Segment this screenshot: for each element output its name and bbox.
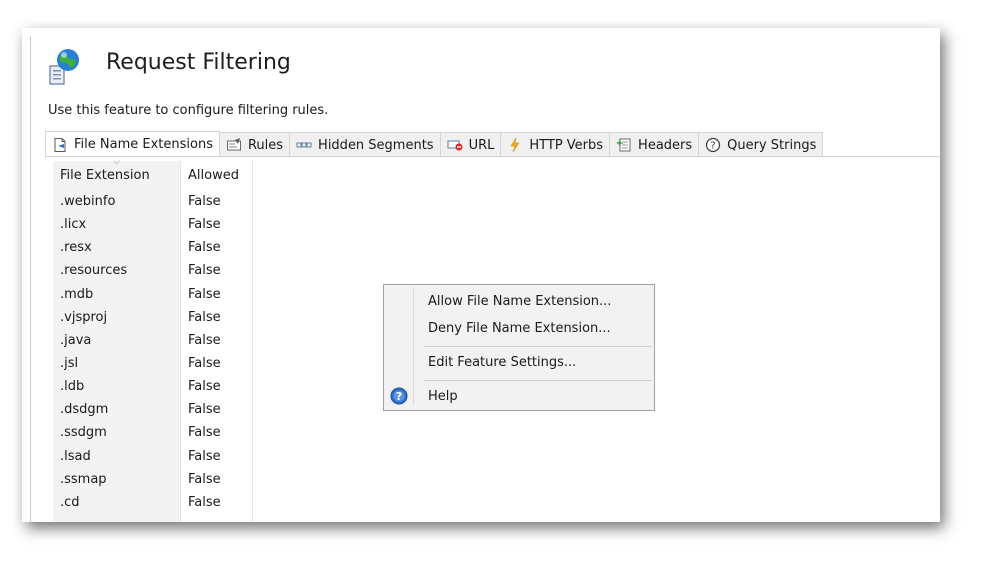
tab-headers[interactable]: Headers — [610, 132, 700, 157]
request-filtering-icon — [49, 49, 79, 85]
table-row[interactable]: .jsl False — [53, 353, 253, 376]
help-icon: ? — [390, 387, 408, 405]
cell-file-extension: .vjsproj — [60, 309, 108, 325]
tab-label: Headers — [638, 137, 693, 153]
cell-file-extension: .ssmap — [60, 471, 107, 487]
menu-item-allow-extension[interactable]: Allow File Name Extension... — [428, 294, 611, 309]
tab-label: File Name Extensions — [74, 137, 213, 152]
file-extension-icon — [54, 137, 66, 152]
tab-label: HTTP Verbs — [529, 137, 604, 153]
table-row[interactable]: .vjsproj False — [53, 307, 253, 330]
tab-http-verbs[interactable]: HTTP Verbs — [501, 132, 611, 157]
iis-feature-pane: Request Filtering Use this feature to co… — [22, 28, 940, 522]
page-title: Request Filtering — [106, 50, 291, 75]
tab-content-border — [45, 156, 940, 157]
cell-allowed: False — [188, 194, 221, 209]
tab-hidden-segments[interactable]: Hidden Segments — [290, 132, 441, 157]
cell-file-extension: .ssdgm — [60, 425, 107, 441]
table-row[interactable]: .java False — [53, 330, 253, 353]
cell-allowed: False — [188, 379, 221, 395]
svg-text:?: ? — [711, 141, 716, 152]
cell-file-extension: .mdb — [60, 286, 94, 302]
column-header-file-extension[interactable]: File Extension — [60, 168, 150, 183]
hidden-segments-icon — [296, 142, 312, 148]
cell-allowed: False — [188, 355, 221, 371]
rules-icon — [226, 138, 241, 151]
cell-allowed: False — [188, 471, 221, 487]
table-row[interactable]: .mdb False — [53, 284, 253, 307]
tab-rules[interactable]: Rules — [219, 132, 291, 157]
cell-file-extension: .resx — [60, 240, 92, 256]
cell-file-extension: .dsdgm — [60, 402, 109, 418]
cell-file-extension: .java — [60, 332, 92, 348]
table-row[interactable]: .resx False — [53, 237, 253, 260]
tab-label: URL — [468, 137, 495, 153]
cell-allowed: False — [188, 217, 221, 233]
cell-allowed: False — [188, 240, 221, 256]
tab-label: Rules — [247, 137, 284, 153]
page-description: Use this feature to configure filtering … — [48, 103, 329, 118]
tab-file-name-extensions[interactable]: File Name Extensions — [45, 131, 220, 157]
menu-separator — [424, 380, 652, 381]
url-icon — [447, 140, 463, 151]
cell-allowed: False — [188, 425, 221, 441]
tab-bar: File Name Extensions Rules Hidden Segmen… — [45, 131, 824, 157]
cell-allowed: False — [188, 448, 221, 464]
headers-icon — [617, 138, 631, 152]
cell-allowed: False — [188, 263, 221, 279]
cell-file-extension: .ldb — [60, 379, 85, 395]
table-row[interactable]: .lsad False — [53, 446, 253, 469]
cell-allowed: False — [188, 494, 221, 510]
table-row[interactable]: .dsdgm False — [53, 399, 253, 422]
table-row[interactable]: .cd False — [53, 492, 253, 515]
grid-header: File Extension Allowed — [53, 161, 253, 187]
cell-file-extension: .lsad — [60, 448, 91, 464]
cell-file-extension: .resources — [60, 263, 128, 279]
column-header-allowed[interactable]: Allowed — [188, 168, 239, 183]
cell-file-extension: .licx — [60, 217, 87, 233]
menu-separator — [424, 346, 652, 347]
tab-url[interactable]: URL — [440, 132, 502, 157]
tab-label: Hidden Segments — [318, 137, 434, 153]
file-extensions-grid: ⌵ File Extension Allowed .webinfo False .l… — [53, 157, 253, 522]
menu-icon-gutter — [413, 287, 414, 406]
cell-allowed: False — [188, 332, 221, 348]
table-row[interactable]: .licx False — [53, 214, 253, 237]
grid-rows: .webinfo False .licx False .resx False .resour… — [53, 191, 253, 515]
tab-label: Query Strings — [727, 137, 817, 153]
table-row[interactable]: .webinfo False — [53, 191, 253, 214]
menu-item-help[interactable]: Help — [428, 389, 458, 404]
http-verbs-icon — [510, 137, 520, 153]
pane-left-border — [30, 36, 31, 522]
context-menu: Allow File Name Extension... Deny File N… — [383, 284, 655, 411]
query-strings-icon: ? — [706, 137, 721, 153]
table-row[interactable]: .ldb False — [53, 376, 253, 399]
table-row[interactable]: .ssmap False — [53, 469, 253, 492]
cell-allowed: False — [188, 286, 221, 302]
table-row[interactable]: .resources False — [53, 260, 253, 283]
cell-allowed: False — [188, 402, 221, 418]
cell-file-extension: .cd — [60, 494, 80, 510]
cell-allowed: False — [188, 309, 221, 325]
svg-text:?: ? — [396, 390, 402, 403]
cell-file-extension: .jsl — [60, 355, 79, 371]
tab-query-strings[interactable]: ? Query Strings — [699, 132, 824, 157]
menu-item-deny-extension[interactable]: Deny File Name Extension... — [428, 321, 611, 336]
menu-item-edit-feature-settings[interactable]: Edit Feature Settings... — [428, 355, 576, 370]
table-row[interactable]: .ssdgm False — [53, 422, 253, 445]
cell-file-extension: .webinfo — [60, 194, 116, 209]
